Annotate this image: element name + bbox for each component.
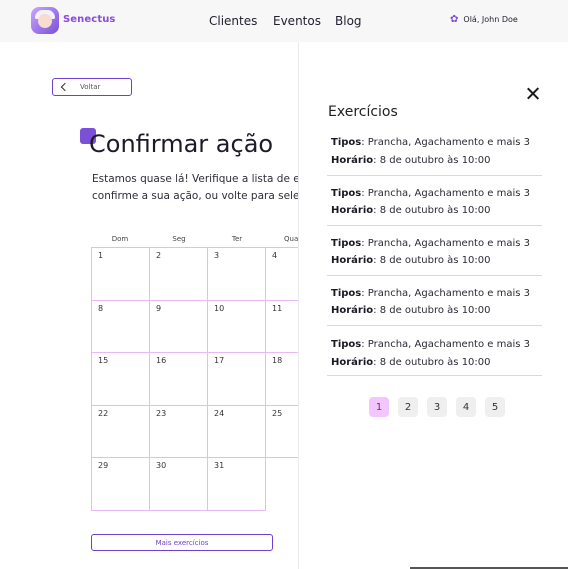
page-button-4[interactable]: 4 [456,397,476,417]
page-description: Estamos quase lá! Verifique a lista de e… [92,171,312,205]
exercise-item[interactable]: Tipos: Prancha, Agachamento e mais 3 Hor… [327,176,542,226]
exercise-types: Tipos: Prancha, Agachamento e mais 3 [331,288,530,299]
close-icon[interactable] [525,86,541,102]
exercise-types: Tipos: Prancha, Agachamento e mais 3 [331,339,530,350]
back-button[interactable]: Voltar [52,78,132,96]
calendar-day[interactable]: 1 [92,248,150,301]
user-menu[interactable]: ✿ Olá, John Doe [450,13,518,25]
calendar-day[interactable]: 2 [150,248,208,301]
types-label: Tipos [331,188,362,199]
description-line: confirme a sua ação, ou volte para selec… [92,190,309,202]
exercise-types: Tipos: Prancha, Agachamento e mais 3 [331,188,530,199]
weekday-ter: Ter [231,235,243,243]
pagination: 1 2 3 4 5 [299,397,568,417]
time-value: : 8 de outubro às 10:00 [373,305,491,316]
calendar-day[interactable]: 31 [208,458,266,511]
time-label: Horário [331,155,374,166]
page-title: Confirmar ação [89,130,274,158]
exercise-item[interactable]: Tipos: Prancha, Agachamento e mais 3 Hor… [327,126,542,176]
calendar-day[interactable]: 24 [208,405,266,459]
types-value: : Prancha, Agachamento e mais 3 [361,137,530,148]
calendar-day[interactable]: 17 [208,353,266,406]
back-button-label: Voltar [80,83,101,91]
gear-icon: ✿ [450,13,459,25]
exercise-item[interactable]: Tipos: Prancha, Agachamento e mais 3 Hor… [327,326,542,376]
exercise-time: Horário: 8 de outubro às 10:00 [331,357,491,368]
exercise-time: Horário: 8 de outubro às 10:00 [331,155,491,166]
types-value: : Prancha, Agachamento e mais 3 [361,288,530,299]
calendar-day[interactable]: 29 [92,458,150,511]
calendar-grid: 1 2 3 4 8 9 10 11 15 16 17 18 22 23 24 2… [91,247,324,511]
exercise-types: Tipos: Prancha, Agachamento e mais 3 [331,238,530,249]
time-label: Horário [331,205,374,216]
calendar-day[interactable]: 8 [92,300,150,354]
exercise-types: Tipos: Prancha, Agachamento e mais 3 [331,137,530,148]
time-label: Horário [331,305,374,316]
drawer-title: Exercícios [328,104,398,120]
page-button-1[interactable]: 1 [369,397,389,417]
time-label: Horário [331,357,374,368]
types-label: Tipos [331,238,362,249]
time-value: : 8 de outubro às 10:00 [373,155,491,166]
time-value: : 8 de outubro às 10:00 [373,205,491,216]
time-value: : 8 de outubro às 10:00 [373,255,491,266]
exercise-time: Horário: 8 de outubro às 10:00 [331,305,491,316]
time-value: : 8 de outubro às 10:00 [373,357,491,368]
calendar-day[interactable]: 30 [150,458,208,511]
calendar-day[interactable]: 3 [208,248,266,301]
calendar-day[interactable]: 9 [150,300,208,354]
nav-eventos[interactable]: Eventos [273,14,321,28]
calendar-day[interactable]: 23 [150,405,208,459]
description-line: Estamos quase lá! Verifique a lista de e… [92,173,312,185]
logo-avatar-icon[interactable] [31,7,59,34]
types-value: : Prancha, Agachamento e mais 3 [361,339,530,350]
top-header: Senectus Clientes Eventos Blog ✿ Olá, Jo… [0,0,568,42]
time-label: Horário [331,255,374,266]
user-greeting: Olá, John Doe [463,15,518,24]
exercise-item[interactable]: Tipos: Prancha, Agachamento e mais 3 Hor… [327,276,542,326]
brand-name[interactable]: Senectus [63,14,115,25]
calendar-day[interactable]: 16 [150,353,208,406]
page-button-3[interactable]: 3 [427,397,447,417]
types-label: Tipos [331,288,362,299]
exercise-time: Horário: 8 de outubro às 10:00 [331,205,491,216]
page-button-2[interactable]: 2 [398,397,418,417]
weekday-seg: Seg [172,235,186,243]
exercise-item[interactable]: Tipos: Prancha, Agachamento e mais 3 Hor… [327,226,542,276]
nav-blog[interactable]: Blog [335,14,362,28]
types-label: Tipos [331,339,362,350]
weekday-dom: Dom [111,235,129,243]
types-value: : Prancha, Agachamento e mais 3 [361,238,530,249]
page-button-5[interactable]: 5 [485,397,505,417]
calendar-day[interactable]: 15 [92,353,150,406]
more-exercises-button[interactable]: Mais exercícios [91,534,273,551]
exercises-drawer: Exercícios Tipos: Prancha, Agachamento e… [298,42,568,569]
exercise-time: Horário: 8 de outubro às 10:00 [331,255,491,266]
calendar-day[interactable]: 10 [208,300,266,354]
chevron-left-icon [60,82,70,92]
types-label: Tipos [331,137,362,148]
types-value: : Prancha, Agachamento e mais 3 [361,188,530,199]
calendar-day[interactable]: 22 [92,405,150,459]
nav-clientes[interactable]: Clientes [209,14,257,28]
